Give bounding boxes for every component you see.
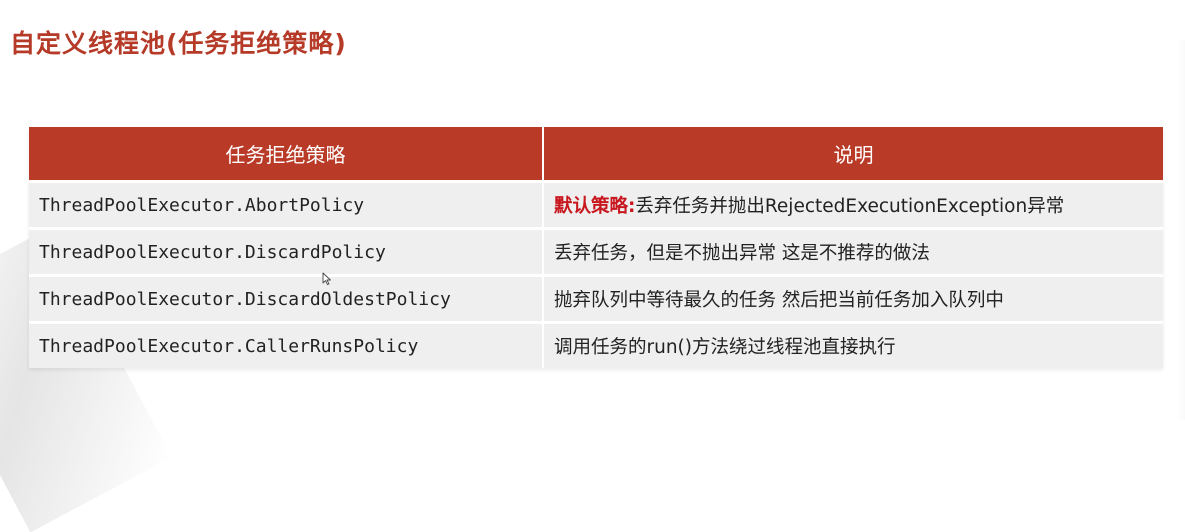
table-header-row: 任务拒绝策略 说明 <box>29 127 1163 182</box>
policy-description-cell: 抛弃队列中等待最久的任务 然后把当前任务加入队列中 <box>543 274 1163 323</box>
default-policy-label: 默认策略: <box>554 196 636 217</box>
column-header-description: 说明 <box>543 127 1163 182</box>
column-header-policy: 任务拒绝策略 <box>29 127 544 182</box>
table-row: ThreadPoolExecutor.AbortPolicy 默认策略:丢弃任务… <box>29 180 1163 229</box>
rejection-policy-table: 任务拒绝策略 说明 ThreadPoolExecutor.AbortPolicy… <box>29 127 1163 368</box>
mouse-pointer-icon <box>322 272 331 286</box>
policy-name-cell: ThreadPoolExecutor.DiscardPolicy <box>29 227 544 276</box>
table-row: ThreadPoolExecutor.DiscardOldestPolicy 抛… <box>29 274 1163 323</box>
policy-name-cell: ThreadPoolExecutor.AbortPolicy <box>29 180 544 229</box>
slide-title: 自定义线程池(任务拒绝策略) <box>10 29 347 58</box>
policy-description-cell: 丢弃任务，但是不抛出异常 这是不推荐的做法 <box>543 227 1163 276</box>
policy-name-cell: ThreadPoolExecutor.CallerRunsPolicy <box>29 321 544 368</box>
policy-name-cell: ThreadPoolExecutor.DiscardOldestPolicy <box>29 274 544 323</box>
table-row: ThreadPoolExecutor.DiscardPolicy 丢弃任务，但是… <box>29 227 1163 276</box>
policy-description-cell: 默认策略:丢弃任务并抛出RejectedExecutionException异常 <box>543 180 1163 229</box>
decorative-edge-shadow <box>1175 40 1185 420</box>
table-row: ThreadPoolExecutor.CallerRunsPolicy 调用任务… <box>29 321 1163 368</box>
policy-description-cell: 调用任务的run()方法绕过线程池直接执行 <box>543 321 1163 368</box>
description-text: 丢弃任务并抛出RejectedExecutionException异常 <box>635 196 1065 217</box>
